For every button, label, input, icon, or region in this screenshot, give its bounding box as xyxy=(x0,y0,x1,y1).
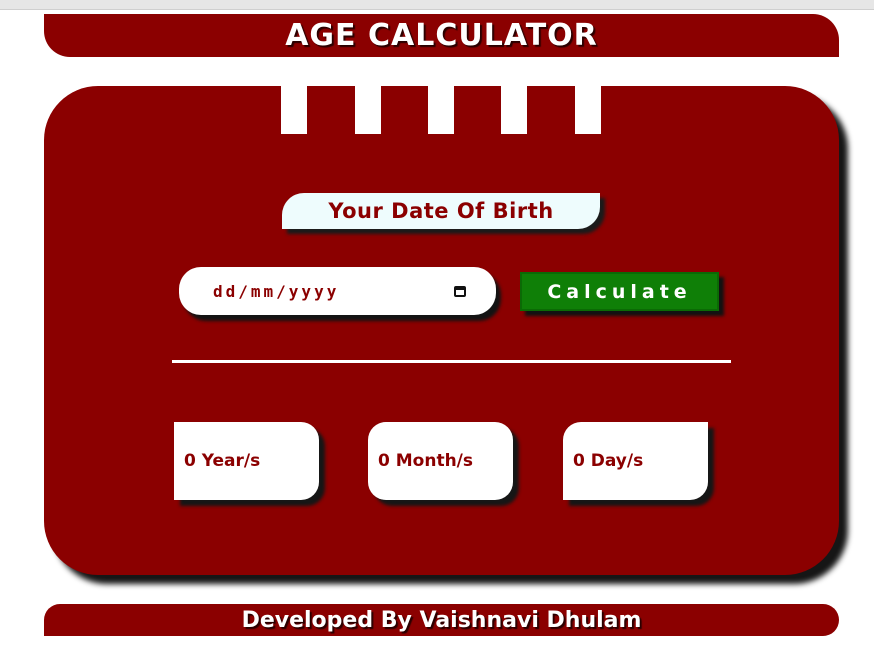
page-title: AGE CALCULATOR xyxy=(285,18,598,53)
dob-label: Your Date Of Birth xyxy=(282,193,600,229)
calculate-button[interactable]: Calculate xyxy=(520,272,719,311)
card-notch xyxy=(281,86,307,134)
browser-top-strip xyxy=(0,0,874,10)
card-notch xyxy=(575,86,601,134)
calendar-icon[interactable] xyxy=(454,285,466,297)
years-result: 0 Year/s xyxy=(174,422,319,500)
date-of-birth-input[interactable]: dd/mm/yyyy xyxy=(179,267,496,315)
months-result: 0 Month/s xyxy=(368,422,513,500)
card-notch xyxy=(355,86,381,134)
page-header: AGE CALCULATOR xyxy=(44,14,839,57)
days-result: 0 Day/s xyxy=(563,422,708,500)
calculator-card: Your Date Of Birth dd/mm/yyyy Calculate … xyxy=(44,86,839,575)
page-footer: Developed By Vaishnavi Dhulam xyxy=(44,604,839,636)
card-notch xyxy=(501,86,527,134)
divider xyxy=(172,360,731,363)
card-notch xyxy=(428,86,454,134)
date-placeholder: dd/mm/yyyy xyxy=(213,281,340,301)
